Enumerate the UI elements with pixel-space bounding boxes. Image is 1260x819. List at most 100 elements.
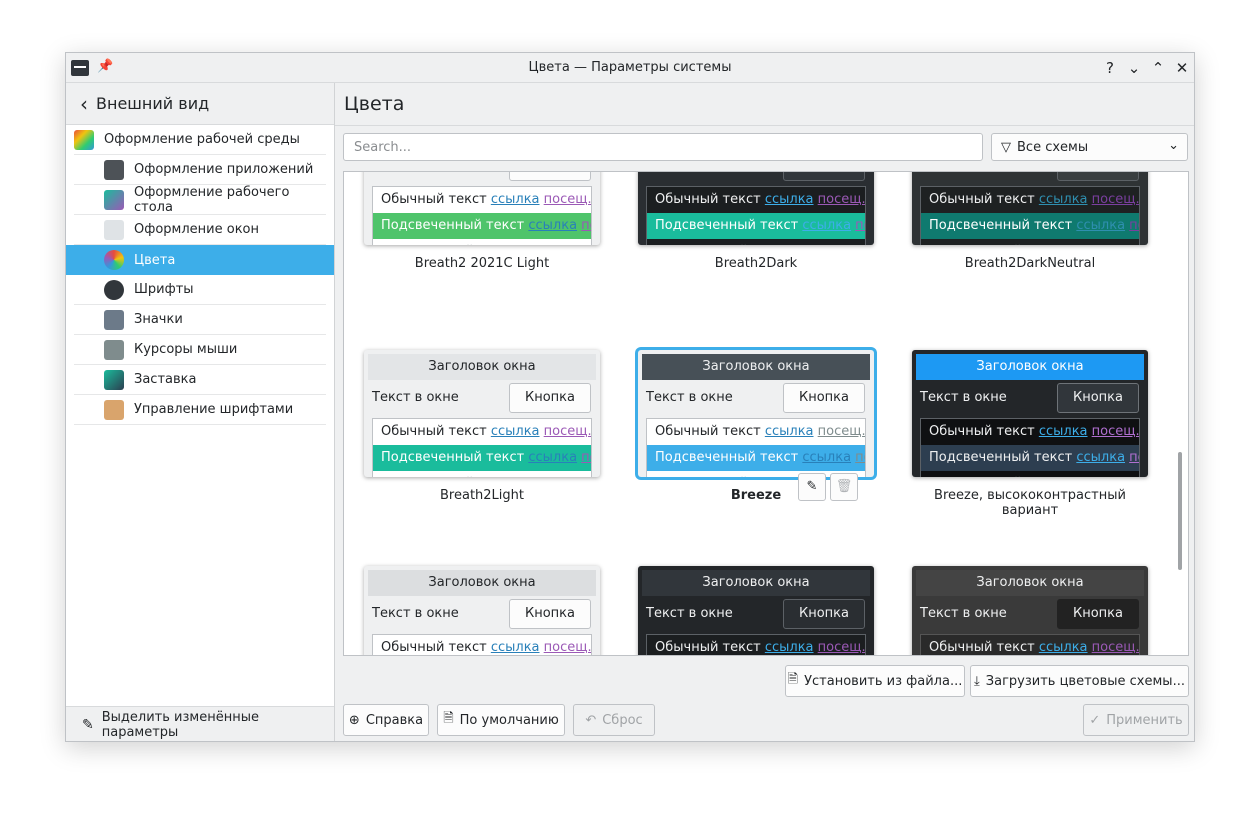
reset-button[interactable]: ↶ Сброс <box>573 704 655 736</box>
scheme-card[interactable]: Заголовок окна Текст в окне Кнопка Обычн… <box>364 172 600 278</box>
check-icon: ✓ <box>1089 712 1101 728</box>
file-icon: 🗎 <box>787 672 799 687</box>
scheme-grid[interactable]: Заголовок окна Текст в окне Кнопка Обычн… <box>343 171 1189 656</box>
scheme-filter-select[interactable]: ▽ Все схемы ⌄ <box>991 133 1188 161</box>
preview-normal-text: Обычный текст <box>655 192 761 207</box>
install-from-file-button[interactable]: 🗎 Установить из файла... <box>785 665 965 697</box>
highlight-changed-button[interactable]: ✎ Выделить изменённые параметры <box>66 706 334 741</box>
preview-button: Кнопка <box>783 383 865 413</box>
sidebar-item-2[interactable]: Оформление рабочего стола <box>74 185 326 215</box>
preview-link: ссылка <box>764 192 814 207</box>
filter-icon: ▽ <box>1001 139 1011 155</box>
preview-window-title: Заголовок окна <box>368 354 596 380</box>
preview-button: Кнопка <box>783 599 865 629</box>
scheme-card[interactable]: Заголовок окна Текст в окне Кнопка Обычн… <box>912 566 1148 655</box>
sidebar-item-5[interactable]: Шрифты <box>74 275 326 305</box>
preview-link: ссылка <box>1038 640 1088 655</box>
scrollbar[interactable] <box>1178 452 1182 570</box>
scheme-preview[interactable]: Заголовок окна Текст в окне Кнопка Обычн… <box>912 350 1148 477</box>
preview-visited-link: посещ... <box>573 476 591 477</box>
preview-visited-link: посещ... <box>847 244 865 245</box>
delete-scheme-button[interactable]: 🗑 <box>830 473 858 501</box>
preview-visited-link: посещ... <box>1091 192 1139 207</box>
defaults-button[interactable]: 🗎 По умолчанию <box>437 704 565 736</box>
sidebar-item-label: Цвета <box>134 252 176 268</box>
apply-button[interactable]: ✓ Применить <box>1083 704 1189 736</box>
filter-label: Все схемы <box>1017 139 1089 155</box>
preview-link: ссылка <box>520 244 569 245</box>
sidebar-item-0[interactable]: Оформление рабочей среды <box>74 125 326 155</box>
font-management-icon <box>104 399 124 420</box>
scheme-card[interactable]: Заголовок окна Текст в окне Кнопка Обычн… <box>638 350 874 510</box>
scheme-preview[interactable]: Заголовок окна Текст в окне Кнопка Обычн… <box>912 566 1148 655</box>
sidebar-item-label: Оформление приложений <box>134 162 314 177</box>
defaults-label: По умолчанию <box>459 712 559 728</box>
back-arrow-icon[interactable]: ‹ <box>80 92 88 116</box>
close-button[interactable]: ✕ <box>1172 58 1192 78</box>
get-new-schemes-label: Загрузить цветовые схемы... <box>985 673 1185 689</box>
sidebar-item-8[interactable]: Заставка <box>74 365 326 395</box>
preview-window-text: Текст в окне <box>920 172 1007 173</box>
scheme-preview[interactable]: Заголовок окна Текст в окне Кнопка Обычн… <box>912 172 1148 245</box>
app-style-icon <box>104 159 124 180</box>
edit-scheme-button[interactable]: ✎ <box>798 473 826 501</box>
preview-visited-link: посещ... <box>817 424 865 439</box>
help-titlebar-button[interactable]: ? <box>1100 58 1120 78</box>
scheme-card[interactable]: Заголовок окна Текст в окне Кнопка Обычн… <box>638 566 874 655</box>
preview-visited-link: посещ... <box>543 424 591 439</box>
scheme-card[interactable]: Заголовок окна Текст в окне Кнопка Обычн… <box>912 172 1148 278</box>
scheme-preview[interactable]: Заголовок окна Текст в окне Кнопка Обычн… <box>638 350 874 477</box>
scheme-card[interactable]: Заголовок окна Текст в окне Кнопка Обычн… <box>364 566 600 655</box>
preview-link: ссылка <box>1076 218 1126 233</box>
minimize-button[interactable]: ⌄ <box>1124 58 1144 78</box>
preview-visited-link: посещ... <box>1091 640 1139 655</box>
sidebar-item-6[interactable]: Значки <box>74 305 326 335</box>
preview-visited-link: посещ... <box>1121 476 1139 477</box>
reset-label: Сброс <box>602 712 643 728</box>
preview-highlight-text: Подсвеченный текст <box>929 450 1073 465</box>
scheme-card[interactable]: Заголовок окна Текст в окне Кнопка Обычн… <box>638 172 874 278</box>
undo-icon: ↶ <box>585 712 597 728</box>
help-button[interactable]: ⊕ Справка <box>343 704 429 736</box>
sidebar-item-1[interactable]: Оформление приложений <box>74 155 326 185</box>
settings-window: 📌 Цвета — Параметры системы ? ⌄ ⌃ ✕ ‹ Вн… <box>65 52 1195 742</box>
window-title: Цвета — Параметры системы <box>528 60 732 75</box>
preview-normal-text: Обычный текст <box>929 192 1035 207</box>
preview-highlight-text: Подсвеченный текст <box>381 450 525 465</box>
preview-disabled-text: Недоступный текст <box>655 244 790 245</box>
preview-link: ссылка <box>490 424 540 439</box>
preview-disabled-text: Недоступный текст <box>381 476 516 477</box>
preview-button: Кнопка <box>509 599 591 629</box>
apply-label: Применить <box>1106 712 1183 728</box>
scheme-preview[interactable]: Заголовок окна Текст в окне Кнопка Обычн… <box>638 566 874 655</box>
preview-link: ссылка <box>528 450 578 465</box>
scheme-name: Breath2DarkNeutral <box>964 256 1096 271</box>
preview-link: ссылка <box>1038 424 1088 439</box>
scheme-preview[interactable]: Заголовок окна Текст в окне Кнопка Обычн… <box>364 350 600 477</box>
preview-link: ссылка <box>764 640 814 655</box>
sidebar-item-9[interactable]: Управление шрифтами <box>74 395 326 425</box>
scheme-card[interactable]: Заголовок окна Текст в окне Кнопка Обычн… <box>912 350 1148 518</box>
sidebar-item-4[interactable]: Цвета <box>66 245 334 275</box>
preview-list: Обычный текст ссылка посещ... Подсвеченн… <box>646 418 866 477</box>
get-new-schemes-button[interactable]: ⤓ Загрузить цветовые схемы... <box>970 665 1189 697</box>
scheme-preview[interactable]: Заголовок окна Текст в окне Кнопка Обычн… <box>638 172 874 245</box>
preview-highlight-text: Подсвеченный текст <box>381 218 525 233</box>
preview-normal-text: Обычный текст <box>381 424 487 439</box>
preview-list: Обычный текст ссылка посещ... Подсвеченн… <box>372 418 592 477</box>
preview-window-title: Заголовок окна <box>642 354 870 380</box>
maximize-button[interactable]: ⌃ <box>1148 58 1168 78</box>
preview-link: ссылка <box>528 218 578 233</box>
scheme-preview[interactable]: Заголовок окна Текст в окне Кнопка Обычн… <box>364 172 600 245</box>
preview-list: Обычный текст ссылка посещ... Подсвеченн… <box>920 418 1140 477</box>
scheme-card[interactable]: Заголовок окна Текст в окне Кнопка Обычн… <box>364 350 600 510</box>
search-input[interactable] <box>343 133 983 161</box>
preview-list: Обычный текст ссылка посещ... Подсвеченн… <box>646 186 866 245</box>
preview-button: Кнопка <box>1057 599 1139 629</box>
scheme-name: Breath2Dark <box>714 256 798 271</box>
sidebar-item-label: Значки <box>134 312 183 327</box>
sidebar-item-7[interactable]: Курсоры мыши <box>74 335 326 365</box>
scheme-preview[interactable]: Заголовок окна Текст в окне Кнопка Обычн… <box>364 566 600 655</box>
sidebar-item-3[interactable]: Оформление окон <box>74 215 326 245</box>
pen-icon: ✎ <box>82 716 94 733</box>
